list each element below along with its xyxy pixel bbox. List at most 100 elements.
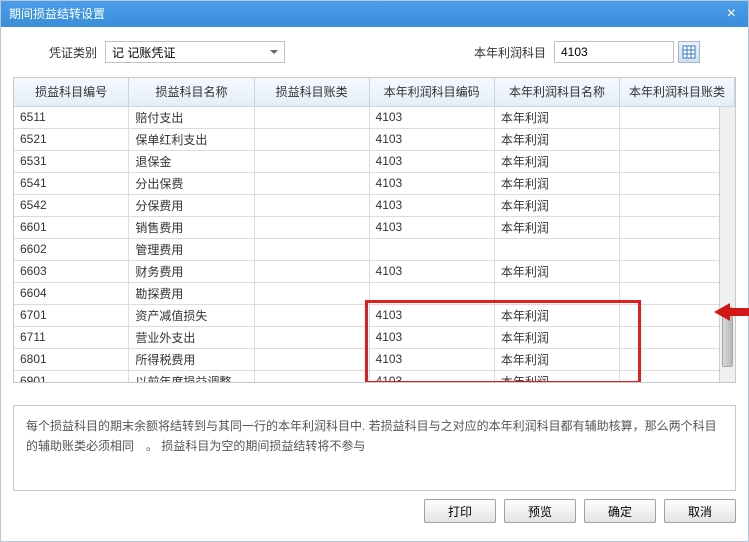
cell-acctType[interactable] [254,304,369,326]
cell-code[interactable]: 6604 [14,282,129,304]
col-header[interactable]: 本年利润科目名称 [494,78,619,106]
cell-profitType[interactable] [620,370,735,383]
cell-profitCode[interactable]: 4103 [369,348,494,370]
table-row[interactable]: 6521保单红利支出 4103本年利润 [14,128,735,150]
cell-profitName[interactable]: 本年利润 [494,106,619,128]
cell-acctType[interactable] [254,150,369,172]
cell-profitType[interactable] [620,326,735,348]
cell-acctType[interactable] [254,172,369,194]
cell-profitCode[interactable]: 4103 [369,260,494,282]
cell-profitName[interactable]: 本年利润 [494,128,619,150]
cell-profitType[interactable] [620,194,735,216]
cell-profitName[interactable]: 本年利润 [494,348,619,370]
cell-code[interactable]: 6511 [14,106,129,128]
table-row[interactable]: 6601销售费用 4103本年利润 [14,216,735,238]
cell-code[interactable]: 6541 [14,172,129,194]
table-row[interactable]: 6701资产减值损失 4103本年利润 [14,304,735,326]
cell-name[interactable]: 保单红利支出 [129,128,254,150]
cell-acctType[interactable] [254,194,369,216]
cell-acctType[interactable] [254,282,369,304]
cell-profitCode[interactable]: 4103 [369,326,494,348]
cell-profitCode[interactable]: 4103 [369,106,494,128]
cell-profitName[interactable]: 本年利润 [494,216,619,238]
cell-code[interactable]: 6531 [14,150,129,172]
cell-profitCode[interactable]: 4103 [369,150,494,172]
cell-name[interactable]: 所得税费用 [129,348,254,370]
table-row[interactable]: 6541分出保费 4103本年利润 [14,172,735,194]
cell-profitName[interactable]: 本年利润 [494,370,619,383]
cell-code[interactable]: 6602 [14,238,129,260]
cell-profitName[interactable]: 本年利润 [494,172,619,194]
col-header[interactable]: 损益科目编号 [14,78,129,106]
cell-code[interactable]: 6711 [14,326,129,348]
cell-name[interactable]: 退保金 [129,150,254,172]
scrollbar-track[interactable] [719,107,735,382]
cell-profitType[interactable] [620,216,735,238]
cell-code[interactable]: 6542 [14,194,129,216]
cell-profitCode[interactable] [369,238,494,260]
ok-button[interactable]: 确定 [584,499,656,523]
voucher-type-combo[interactable]: 记 记账凭证 [105,41,285,63]
cell-profitType[interactable] [620,106,735,128]
cell-acctType[interactable] [254,326,369,348]
cell-name[interactable]: 勘探费用 [129,282,254,304]
cell-name[interactable]: 赔付支出 [129,106,254,128]
cell-name[interactable]: 分保费用 [129,194,254,216]
cell-profitType[interactable] [620,150,735,172]
table-row[interactable]: 6901以前年度损益调整4103本年利润 [14,370,735,383]
cell-profitCode[interactable]: 4103 [369,172,494,194]
cell-acctType[interactable] [254,128,369,150]
cell-profitName[interactable]: 本年利润 [494,326,619,348]
cell-profitType[interactable] [620,282,735,304]
cell-profitType[interactable] [620,260,735,282]
cell-code[interactable]: 6701 [14,304,129,326]
cell-code[interactable]: 6603 [14,260,129,282]
table-row[interactable]: 6604勘探费用 [14,282,735,304]
table-row[interactable]: 6711营业外支出4103本年利润 [14,326,735,348]
print-button[interactable]: 打印 [424,499,496,523]
cell-code[interactable]: 6521 [14,128,129,150]
cell-profitCode[interactable]: 4103 [369,216,494,238]
cell-name[interactable]: 以前年度损益调整 [129,370,254,383]
cell-profitType[interactable] [620,238,735,260]
cell-profitName[interactable]: 本年利润 [494,150,619,172]
cell-profitCode[interactable]: 4103 [369,304,494,326]
cancel-button[interactable]: 取消 [664,499,736,523]
cell-profitName[interactable]: 本年利润 [494,304,619,326]
cell-acctType[interactable] [254,260,369,282]
cell-profitCode[interactable]: 4103 [369,128,494,150]
cell-profitType[interactable] [620,128,735,150]
table-row[interactable]: 6531退保金 4103本年利润 [14,150,735,172]
cell-acctType[interactable] [254,106,369,128]
cell-name[interactable]: 资产减值损失 [129,304,254,326]
cell-profitType[interactable] [620,348,735,370]
cell-profitName[interactable] [494,282,619,304]
cell-profitName[interactable]: 本年利润 [494,260,619,282]
table-row[interactable]: 6602管理费用 [14,238,735,260]
col-header[interactable]: 损益科目名称 [129,78,254,106]
col-header[interactable]: 本年利润科目编码 [369,78,494,106]
cell-profitName[interactable]: 本年利润 [494,194,619,216]
cell-profitCode[interactable]: 4103 [369,194,494,216]
table-row[interactable]: 6511赔付支出 4103本年利润 [14,106,735,128]
account-picker-button[interactable] [678,41,700,63]
cell-profitName[interactable] [494,238,619,260]
close-icon[interactable]: × [723,1,740,27]
cell-profitCode[interactable] [369,282,494,304]
cell-name[interactable]: 销售费用 [129,216,254,238]
profit-account-input[interactable]: 4103 [554,41,674,63]
cell-code[interactable]: 6801 [14,348,129,370]
table-row[interactable]: 6603财务费用4103本年利润 [14,260,735,282]
cell-name[interactable]: 分出保费 [129,172,254,194]
table-row[interactable]: 6801所得税费用 4103本年利润 [14,348,735,370]
cell-code[interactable]: 6901 [14,370,129,383]
cell-name[interactable]: 管理费用 [129,238,254,260]
table-row[interactable]: 6542分保费用 4103本年利润 [14,194,735,216]
cell-acctType[interactable] [254,216,369,238]
preview-button[interactable]: 预览 [504,499,576,523]
col-header[interactable]: 损益科目账类 [254,78,369,106]
cell-acctType[interactable] [254,348,369,370]
cell-acctType[interactable] [254,370,369,383]
cell-profitType[interactable] [620,172,735,194]
cell-code[interactable]: 6601 [14,216,129,238]
